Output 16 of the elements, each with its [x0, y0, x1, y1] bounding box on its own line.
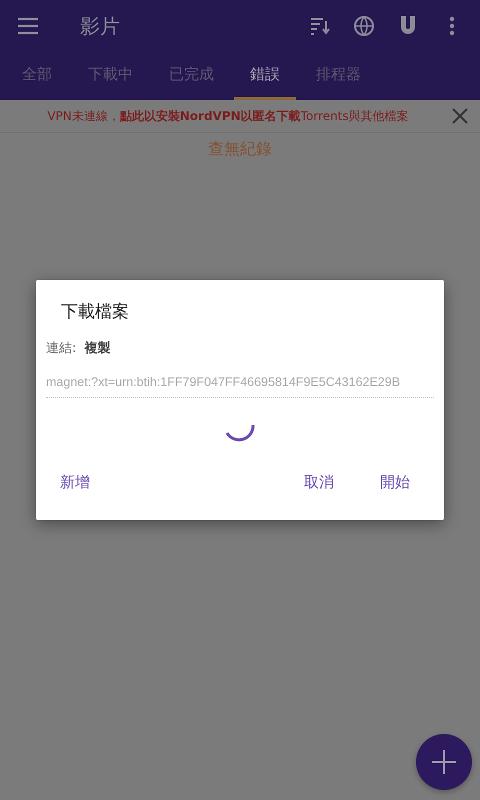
- app-title: 影片: [80, 12, 121, 40]
- tab[interactable]: 全部: [6, 52, 68, 100]
- empty-message: 查無紀錄: [208, 139, 272, 160]
- tab[interactable]: 錯誤: [234, 52, 296, 100]
- vpn-banner-text[interactable]: VPN未連線，點此以安裝NordVPN以匿名下載Torrents與其他檔案: [10, 108, 446, 124]
- tab[interactable]: 已完成: [153, 52, 230, 100]
- link-label: 連結:: [46, 340, 76, 357]
- dialog-button[interactable]: 新增: [46, 467, 104, 498]
- dialog-title: 下載檔案: [61, 301, 130, 323]
- dialog-button[interactable]: 取消: [290, 467, 348, 498]
- tab[interactable]: 下載中: [72, 52, 149, 100]
- add-button[interactable]: [416, 734, 472, 790]
- plus-icon: [431, 749, 457, 775]
- tab[interactable]: 排程器: [300, 52, 377, 100]
- dialog-button[interactable]: 開始: [366, 467, 424, 498]
- copy-link[interactable]: 複製: [84, 339, 110, 357]
